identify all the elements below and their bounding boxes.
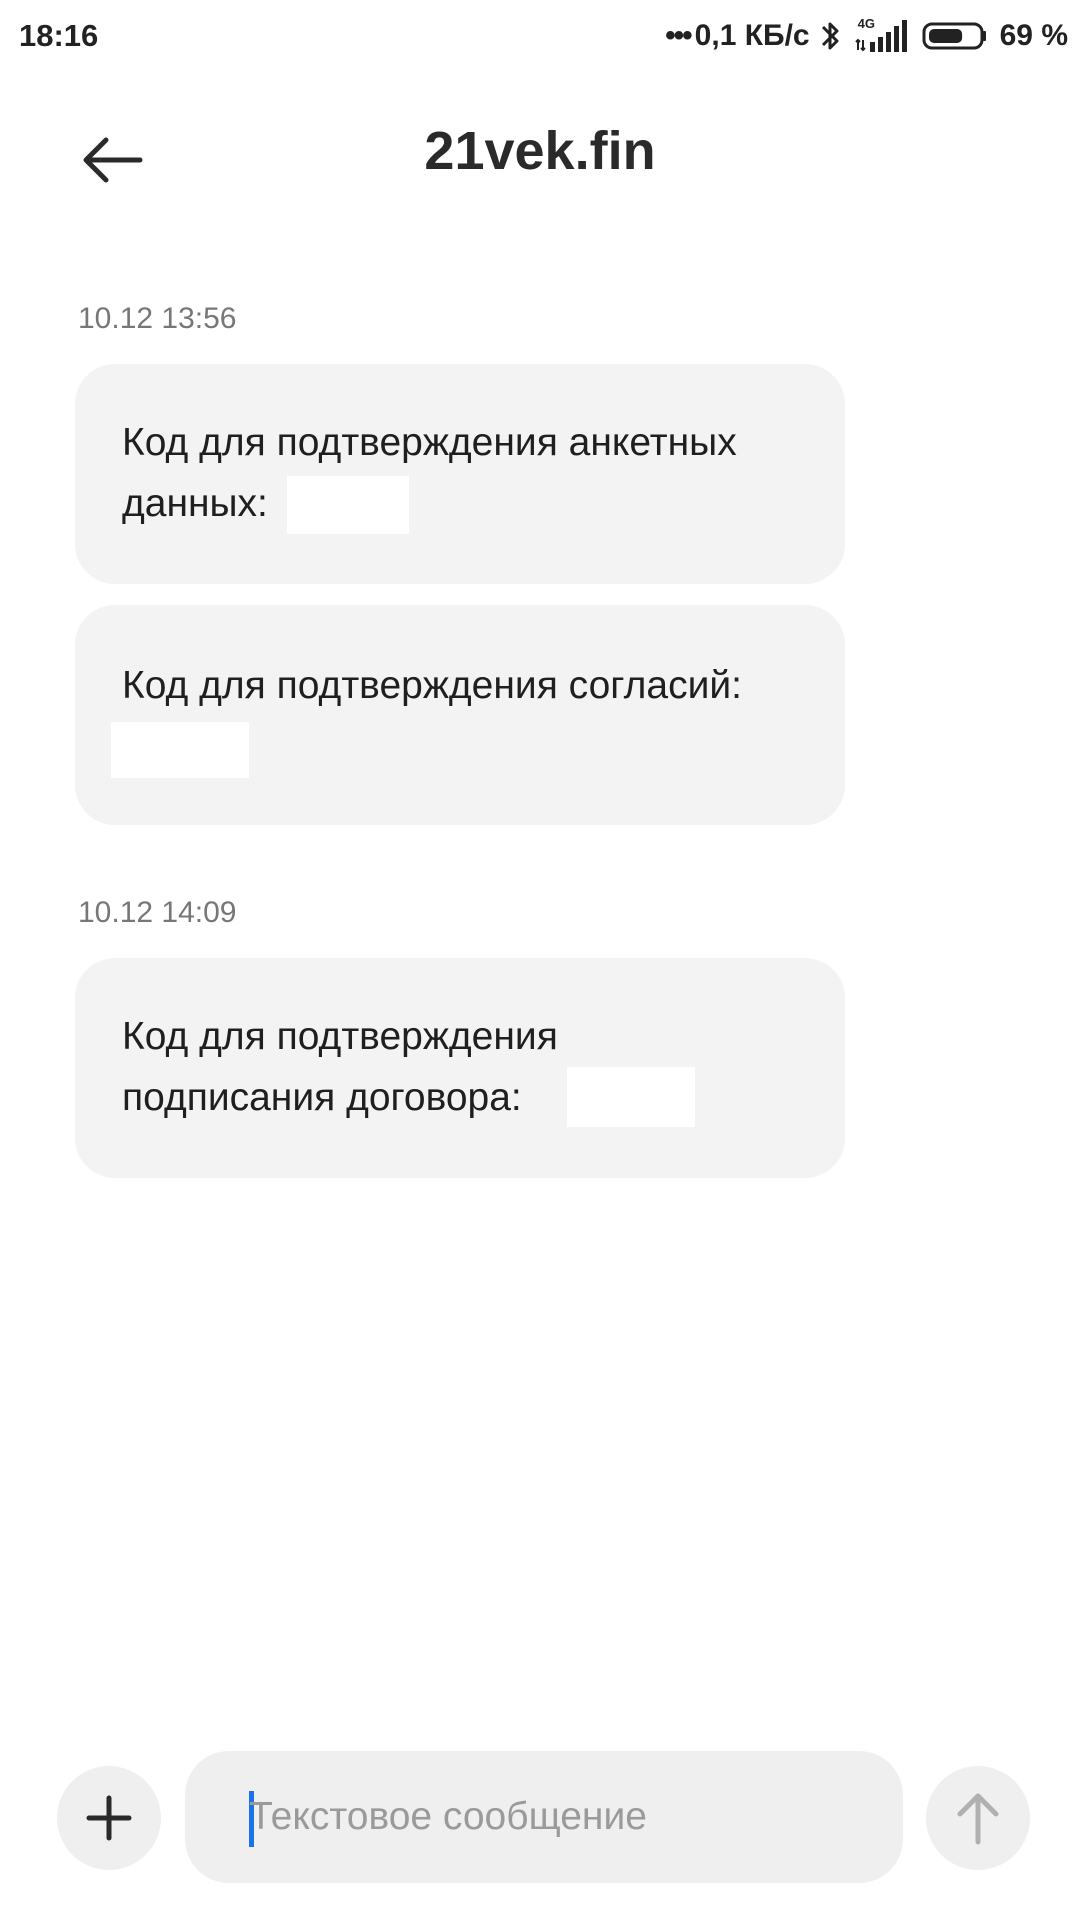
status-icons: ••• 0,1 КБ/с 4G 69 % [665, 16, 1080, 56]
status-bar: 18:16 ••• 0,1 КБ/с 4G 69 % [0, 0, 1080, 74]
message-input[interactable]: Текстовое сообщение [185, 1751, 903, 1883]
conversation-title: 21vek.fin [424, 121, 656, 181]
message-timestamp: 10.12 13:56 [78, 302, 237, 335]
message-line: Код для подтверждения [122, 1015, 558, 1058]
screen: 18:16 ••• 0,1 КБ/с 4G 69 % 21vek.fin 10.… [0, 0, 1080, 1920]
arrow-up-icon [957, 1793, 999, 1845]
battery-percent: 69 % [999, 19, 1068, 52]
conversation-header: 21vek.fin [0, 90, 1080, 220]
battery-icon [922, 20, 988, 52]
network-type: 4G [857, 16, 875, 31]
send-button[interactable] [926, 1766, 1030, 1870]
redacted-code [111, 722, 249, 778]
message-text: Код для подтверждения подписания договор… [122, 1006, 558, 1128]
message-text: Код для подтверждения согласий: [122, 655, 742, 716]
message-line: данных: [122, 482, 268, 525]
signal-4g-icon: 4G [854, 16, 910, 54]
message-line: Код для подтверждения анкетных [122, 421, 737, 464]
message-timestamp: 10.12 14:09 [78, 896, 237, 929]
message-bubble[interactable]: Код для подтверждения согласий: [75, 605, 845, 825]
message-bubble[interactable]: Код для подтверждения анкетных данных: [75, 364, 845, 584]
message-line: Код для подтверждения согласий: [122, 664, 743, 707]
message-bubble[interactable]: Код для подтверждения подписания договор… [75, 958, 845, 1178]
plus-icon [86, 1795, 132, 1841]
message-text: Код для подтверждения анкетных данных: [122, 412, 737, 534]
redacted-code [287, 476, 409, 534]
message-line: подписания договора: [122, 1076, 522, 1119]
bluetooth-icon [820, 18, 842, 54]
network-speed: 0,1 КБ/с [694, 19, 810, 52]
message-input-placeholder: Текстовое сообщение [249, 1795, 647, 1838]
attach-button[interactable] [57, 1766, 161, 1870]
redacted-code [567, 1067, 695, 1127]
more-notifications-indicator: ••• [665, 19, 692, 52]
status-time: 18:16 [19, 18, 99, 53]
